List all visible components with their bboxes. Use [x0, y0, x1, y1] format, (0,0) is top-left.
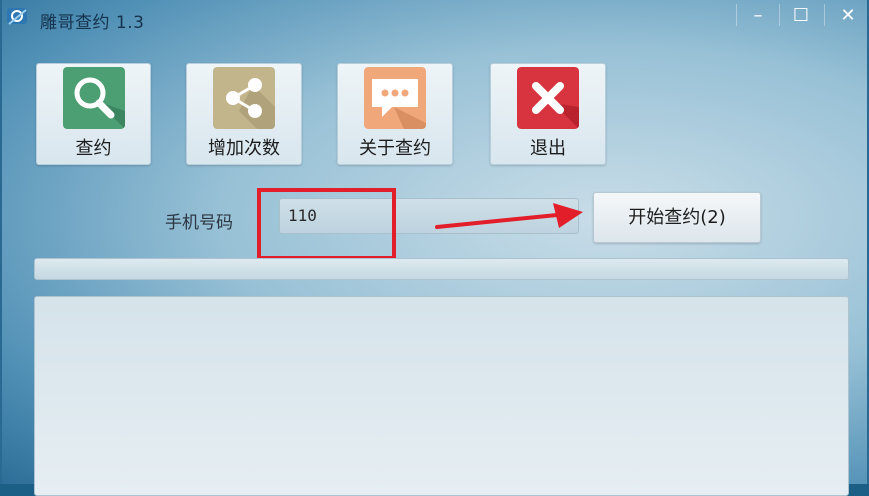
window-title: 雕哥查约 1.3 [40, 13, 145, 33]
control-separator [824, 4, 825, 26]
close-window-button[interactable]: ✕ [828, 0, 868, 30]
about-button-label: 关于查约 [359, 138, 431, 159]
app-window: 雕哥查约 1.3 – ☐ ✕ 查约 增加次数 关于查约 退出 手机号码 110 … [0, 0, 869, 496]
add-count-button[interactable]: 增加次数 [186, 63, 302, 165]
minimize-button[interactable]: – [738, 0, 778, 30]
annotation-arrow-icon [435, 203, 583, 229]
close-icon: ✕ [840, 4, 856, 26]
query-button[interactable]: 查约 [36, 63, 151, 165]
maximize-icon: ☐ [792, 4, 810, 26]
control-separator [779, 4, 780, 26]
control-separator [736, 4, 737, 26]
maximize-button[interactable]: ☐ [781, 0, 821, 30]
progress-bar [34, 258, 849, 280]
close-x-icon [517, 67, 579, 129]
chat-bubble-icon [364, 67, 426, 129]
search-icon [62, 67, 125, 129]
query-button-label: 查约 [75, 138, 112, 159]
annotation-highlight-box [257, 188, 396, 260]
start-query-button[interactable]: 开始查约(2) [593, 192, 761, 243]
phone-number-label: 手机号码 [165, 213, 233, 233]
add-count-button-label: 增加次数 [208, 138, 280, 159]
about-button[interactable]: 关于查约 [337, 63, 453, 165]
app-logo-icon [7, 8, 27, 25]
result-text-area[interactable] [34, 296, 849, 496]
exit-button-label: 退出 [530, 138, 566, 159]
title-bar[interactable]: 雕哥查约 1.3 – ☐ ✕ [2, 0, 867, 34]
share-icon [213, 67, 275, 129]
exit-button[interactable]: 退出 [490, 63, 606, 165]
minimize-icon: – [753, 4, 763, 26]
